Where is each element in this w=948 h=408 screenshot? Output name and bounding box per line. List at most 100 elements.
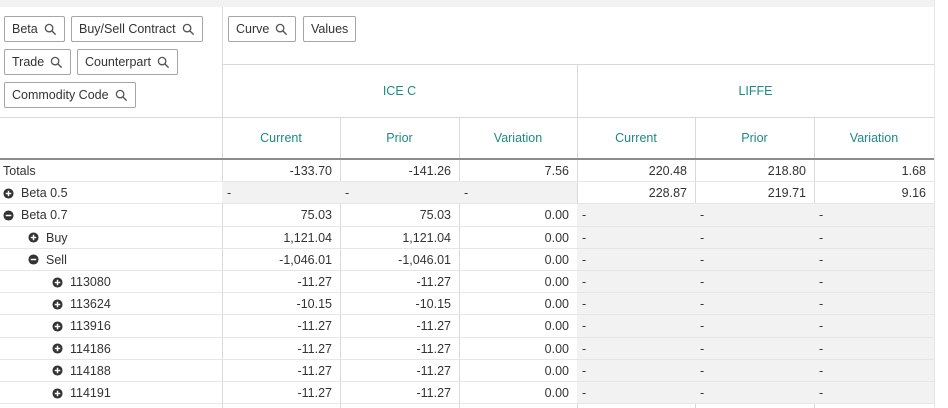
group-header-liffe[interactable]: LIFFE (577, 64, 934, 117)
value-cell: 0.00 (544, 386, 569, 400)
null-cell: - (577, 204, 695, 227)
table-row[interactable]: Buy 1,121.04 1,121.04 0.00- - - (0, 226, 934, 249)
col-header-ice-current[interactable]: Current (222, 117, 340, 158)
value-cell: 0.00 (544, 252, 569, 267)
null-cell: - (577, 248, 695, 271)
search-icon[interactable] (275, 23, 288, 36)
vertical-scrollbar[interactable] (934, 0, 948, 408)
totals-row[interactable]: Totals -133.70 -141.26 7.56 220.48 218.80 1.68 (0, 160, 934, 182)
null-cell: - (577, 359, 695, 382)
value-cell: 0.00 (544, 297, 569, 312)
plus-icon[interactable] (52, 276, 63, 288)
pill-label: Commodity Code (12, 88, 109, 102)
value-cell: 0.00 (544, 230, 569, 245)
col-header-ice-prior[interactable]: Prior (340, 117, 459, 158)
value-cell: -11.27 (297, 275, 332, 289)
plus-icon[interactable] (3, 188, 14, 199)
col-header-liffe-prior[interactable]: Prior (695, 117, 814, 158)
row-label[interactable]: Sell (28, 249, 67, 271)
table-row[interactable]: 113916 -11.27 -11.27 0.00- - - (0, 315, 934, 338)
null-cell: - (814, 204, 934, 227)
top-band (0, 0, 948, 7)
dimension-pill-beta[interactable]: Beta (4, 16, 65, 42)
value-cell: 218.80 (767, 164, 806, 178)
dimension-pill-counterpart[interactable]: Counterpart (77, 49, 179, 75)
plus-icon[interactable] (52, 343, 63, 354)
row-label[interactable]: 114186 (52, 338, 111, 360)
row-label[interactable]: Beta 0.7 (3, 204, 68, 226)
plus-icon[interactable] (28, 232, 39, 243)
null-cell: - (695, 337, 814, 360)
search-icon[interactable] (50, 56, 63, 69)
search-icon[interactable] (182, 23, 195, 36)
null-cell: - (695, 271, 814, 293)
plus-icon[interactable] (52, 365, 63, 376)
plus-icon[interactable] (52, 321, 63, 332)
table-row[interactable]: 114188 -11.27 -11.27 0.00- - - (0, 359, 934, 382)
row-label[interactable]: 114191 (52, 382, 111, 404)
dimension-pill-commodity-code[interactable]: Commodity Code (4, 82, 136, 108)
value-cell: -11.27 (297, 319, 332, 334)
dimension-pill-buy-sell-contract[interactable]: Buy/Sell Contract (71, 16, 203, 42)
row-label-text: Sell (46, 252, 67, 267)
col-header-liffe-variation[interactable]: Variation (814, 117, 934, 158)
row-label[interactable]: Beta 0.5 (3, 182, 68, 204)
null-cell: - (695, 204, 814, 227)
table-row[interactable]: 113624 -10.15 -10.15 0.00- - - (0, 293, 934, 316)
value-cell: 0.00 (544, 208, 569, 223)
value-cell: -141.26 (408, 164, 451, 178)
search-icon[interactable] (44, 23, 57, 36)
row-label[interactable]: 113624 (52, 293, 111, 315)
value-cell: 1,121.04 (402, 230, 451, 245)
col-header-liffe-current[interactable]: Current (577, 117, 695, 158)
value-cell: -11.27 (297, 363, 332, 378)
value-cell: 0.00 (544, 341, 569, 356)
search-icon[interactable] (157, 56, 170, 69)
group-header-ice-c[interactable]: ICE C (222, 64, 577, 117)
null-cell: - (814, 359, 934, 382)
null-cell: - (814, 337, 934, 360)
value-cell: 75.03 (300, 208, 332, 223)
null-cell: - (814, 382, 934, 404)
table-row[interactable]: 114186 -11.27 -11.27 0.00- - - (0, 337, 934, 360)
plus-icon[interactable] (52, 387, 63, 399)
row-label-text: Totals (3, 164, 36, 178)
row-label[interactable]: Buy (28, 227, 68, 249)
pill-label: Beta (12, 22, 38, 36)
search-icon[interactable] (115, 89, 128, 102)
table-row[interactable]: Beta 0.5- - -228.87 219.71 9.16 (0, 182, 934, 205)
null-cell: - (695, 359, 814, 382)
null-cell: - (577, 382, 695, 404)
value-cell: 1,121.04 (283, 230, 332, 245)
row-label[interactable]: 114188 (52, 360, 111, 382)
value-cell: 0.00 (544, 319, 569, 334)
row-label[interactable]: 113080 (52, 271, 111, 293)
table-row[interactable]: 114191 -11.27 -11.27 0.00- - - (0, 382, 934, 404)
null-cell: - (814, 315, 934, 338)
row-label-text: 114188 (70, 363, 111, 378)
table-row[interactable]: 113080 -11.27 -11.27 0.00- - - (0, 271, 934, 293)
value-cell: -10.15 (296, 297, 332, 312)
col-header-ice-variation[interactable]: Variation (459, 117, 577, 158)
null-cell: - (814, 226, 934, 249)
pill-label: Curve (236, 22, 270, 36)
table-row[interactable]: Beta 0.7 75.03 75.03 0.00- - - (0, 204, 934, 227)
row-label[interactable]: 113916 (52, 315, 111, 337)
pill-label: Buy/Sell Contract (79, 22, 176, 36)
row-label: Totals (3, 160, 36, 182)
dimension-pill-trade[interactable]: Trade (4, 49, 72, 75)
value-cell: -11.27 (416, 363, 451, 378)
row-divider (0, 403, 934, 405)
minus-icon[interactable] (28, 254, 39, 265)
column-pill-curve[interactable]: Curve (228, 16, 297, 42)
table-row[interactable]: Sell -1,046.01 -1,046.01 0.00- - - (0, 248, 934, 271)
plus-icon[interactable] (52, 299, 63, 310)
null-cell: - (459, 182, 577, 205)
value-cell: -1,046.01 (398, 252, 451, 267)
row-label-text: Beta 0.5 (21, 186, 68, 201)
pill-label: Trade (12, 55, 45, 69)
minus-icon[interactable] (3, 210, 14, 221)
value-cell: -133.70 (289, 164, 332, 178)
column-pill-values[interactable]: Values (303, 16, 357, 42)
value-cell: -11.27 (297, 341, 332, 356)
